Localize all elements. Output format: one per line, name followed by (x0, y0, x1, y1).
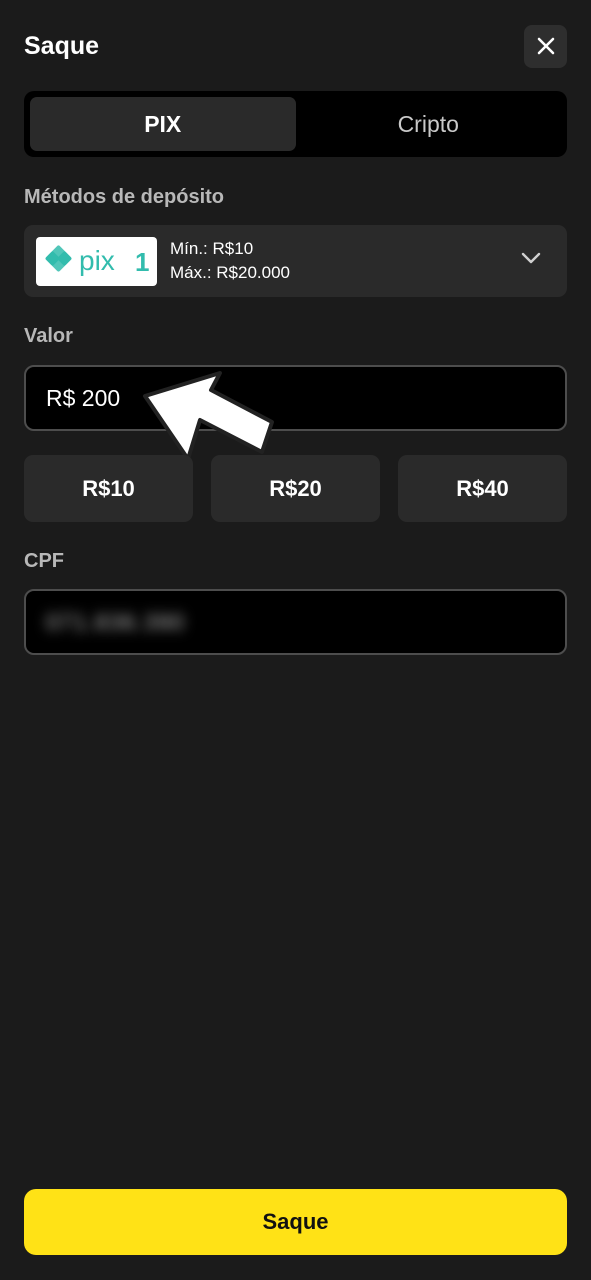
quick-amount-button[interactable]: R$20 (211, 455, 380, 522)
page-title: Saque (24, 31, 100, 60)
deposit-method-select[interactable]: pix 1 Mín.: R$10 Máx.: R$20.000 (24, 225, 567, 297)
chevron-down-icon (521, 252, 541, 264)
deposit-limits: Mín.: R$10 Máx.: R$20.000 (170, 237, 290, 285)
max-limit: Máx.: R$20.000 (170, 263, 291, 282)
tab-cripto[interactable]: Cripto (296, 97, 562, 151)
cpf-input[interactable]: 071.836.390 (24, 589, 567, 655)
tab-pix[interactable]: PIX (30, 97, 296, 151)
withdraw-submit-button[interactable]: Saque (24, 1189, 567, 1255)
pix-logo: pix 1 (36, 236, 157, 286)
svg-text:1: 1 (135, 247, 149, 277)
deposit-methods-label: Métodos de depósito (24, 186, 224, 208)
quick-amount-button[interactable]: R$10 (24, 455, 193, 522)
close-button[interactable] (524, 24, 567, 68)
svg-text:pix: pix (79, 245, 115, 276)
amount-label: Valor (24, 325, 73, 347)
close-icon (537, 37, 554, 55)
header: Saque (24, 24, 567, 68)
min-limit: Mín.: R$10 (170, 239, 254, 258)
amount-input[interactable]: R$ 200 (24, 365, 567, 431)
quick-amount-button[interactable]: R$40 (398, 455, 567, 522)
payment-type-tabs: PIX Cripto (24, 91, 567, 157)
cpf-label: CPF (24, 550, 64, 572)
pointer-arrow-icon (143, 371, 274, 461)
cpf-value: 071.836.390 (46, 608, 185, 635)
amount-value: R$ 200 (46, 384, 121, 411)
quick-amounts: R$10 R$20 R$40 (24, 455, 567, 522)
